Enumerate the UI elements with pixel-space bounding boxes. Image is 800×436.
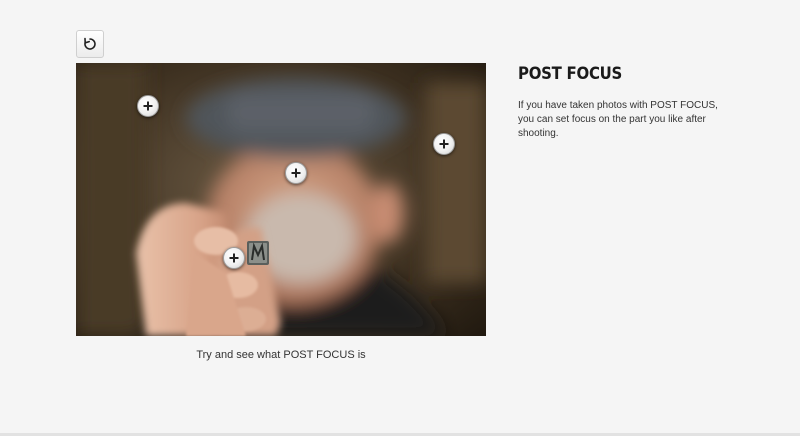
demo-caption: Try and see what POST FOCUS is [196, 349, 366, 361]
focus-point-hand[interactable] [223, 247, 245, 269]
refresh-icon [82, 36, 98, 52]
refresh-button[interactable] [76, 30, 104, 58]
focus-point-face[interactable] [285, 162, 307, 184]
post-focus-page: Try and see what POST FOCUS is POST FOCU… [0, 0, 800, 436]
plus-icon [228, 252, 240, 264]
plus-icon [290, 167, 302, 179]
plus-icon [142, 100, 154, 112]
plus-icon [438, 138, 450, 150]
focus-point-top-left[interactable] [137, 95, 159, 117]
page-title: POST FOCUS [518, 64, 623, 84]
demo-photo [76, 63, 486, 336]
feature-description: If you have taken photos with POST FOCUS… [518, 100, 718, 139]
focus-point-right[interactable] [433, 133, 455, 155]
